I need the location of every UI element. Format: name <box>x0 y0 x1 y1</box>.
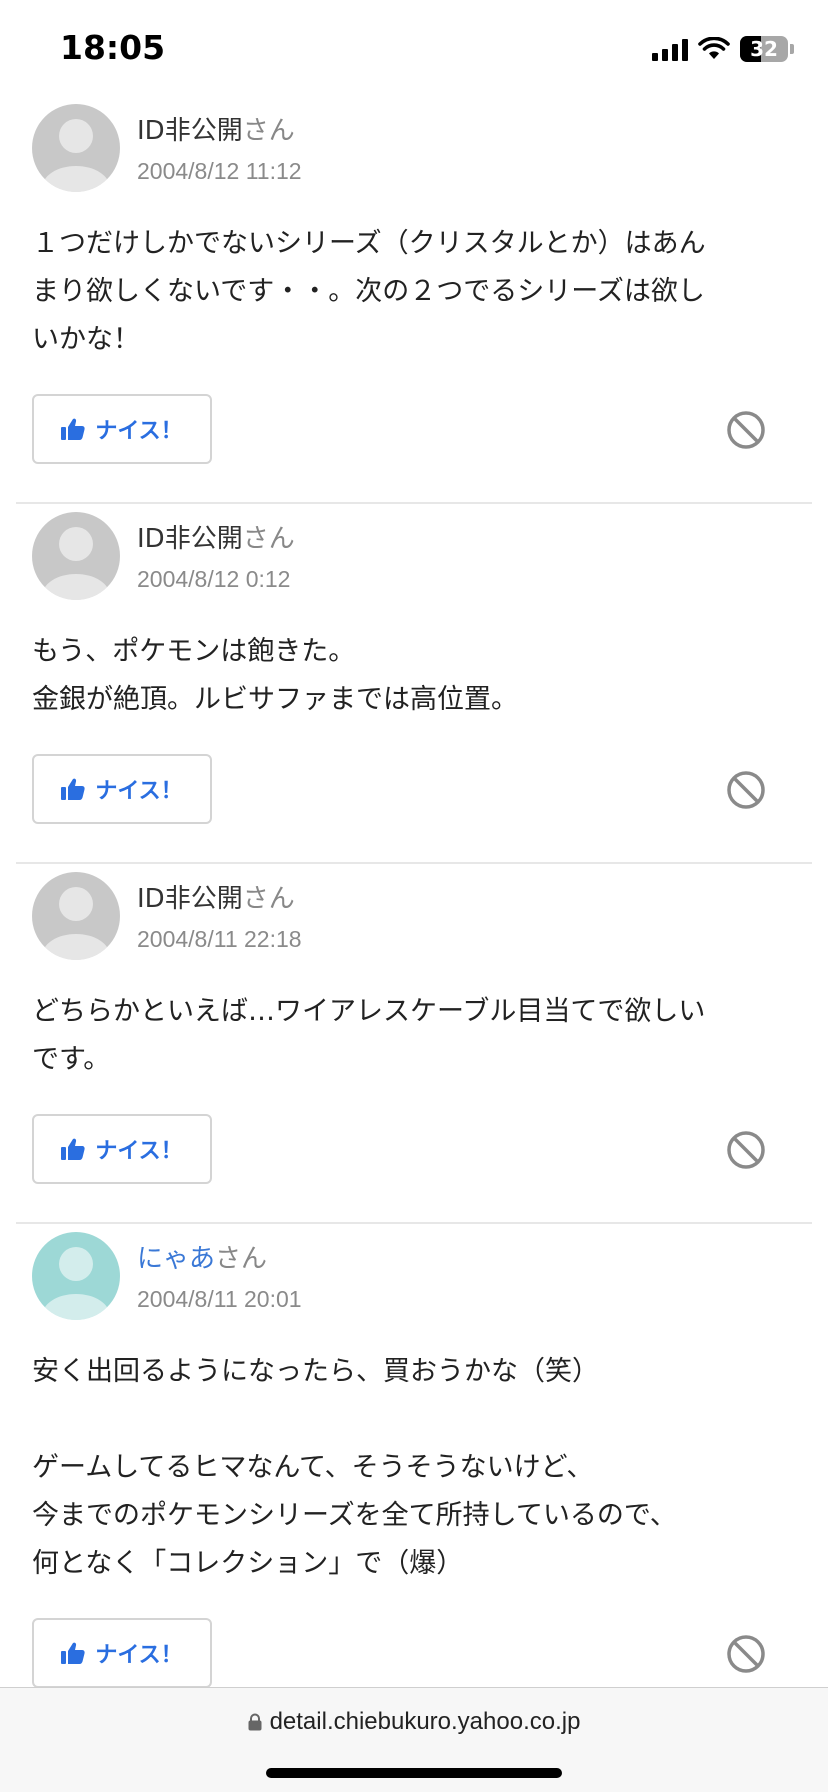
avatar[interactable] <box>32 1232 120 1320</box>
battery-level: 32 <box>750 37 778 61</box>
user-line: にゃあさん <box>137 1238 267 1275</box>
nice-button[interactable]: ナイス！ <box>32 394 212 464</box>
user-line: ID非公開さん <box>137 518 295 555</box>
answer-text-line: まり欲しくないです・・。次の２つでるシリーズは欲し <box>32 276 705 307</box>
block-icon[interactable] <box>726 1634 766 1674</box>
nice-label: ナイス！ <box>95 1643 183 1668</box>
lock-icon <box>248 1713 262 1731</box>
answer-text-line: 今までのポケモンシリーズを全て所持しているので、 <box>32 1500 677 1531</box>
user-name[interactable]: ID非公開 <box>137 116 243 146</box>
answer-body: 安く出回るようになったら、買おうかな（笑） ゲームしてるヒマなんて、そうそうないけ… <box>32 1348 796 1588</box>
answer-header: ID非公開さん 2004/8/12 0:12 <box>32 508 796 604</box>
block-icon[interactable] <box>726 1130 766 1170</box>
answer-header: ID非公開さん 2004/8/12 11:12 <box>32 100 796 196</box>
thumbs-up-icon <box>61 1138 85 1160</box>
answer-item: ID非公開さん 2004/8/12 0:12 もう、ポケモンは飽きた。金銀が絶頂… <box>0 504 828 864</box>
nice-button[interactable]: ナイス！ <box>32 1618 212 1688</box>
answer-actions: ナイス！ <box>32 1618 796 1692</box>
answer-text-line: いかな！ <box>32 324 140 355</box>
answer-header: ID非公開さん 2004/8/11 22:18 <box>32 868 796 964</box>
nice-label: ナイス！ <box>95 779 183 804</box>
nice-button[interactable]: ナイス！ <box>32 1114 212 1184</box>
answer-date: 2004/8/11 20:01 <box>137 1286 302 1312</box>
answer-list: ID非公開さん 2004/8/12 11:12 １つだけしかでないシリーズ（クリ… <box>0 96 828 1692</box>
battery-icon: 32 <box>740 36 788 62</box>
answer-header: にゃあさん 2004/8/11 20:01 <box>32 1228 796 1324</box>
answer-text-line: 金銀が絶頂。ルビサファまでは高位置。 <box>32 684 518 715</box>
user-honorific: さん <box>215 1244 268 1274</box>
answer-body: どちらかといえば…ワイアレスケーブル目当てで欲しい です。 <box>32 988 796 1084</box>
answer-text-line: 安く出回るようになったら、買おうかな（笑） <box>32 1356 599 1387</box>
user-name[interactable]: にゃあ <box>137 1244 215 1274</box>
wifi-icon <box>698 37 730 59</box>
nice-label: ナイス！ <box>95 419 183 444</box>
answer-actions: ナイス！ <box>32 1114 796 1188</box>
browser-bottom-bar: detail.chiebukuro.yahoo.co.jp <box>0 1687 828 1792</box>
answer-actions: ナイス！ <box>32 754 796 828</box>
answer-body: もう、ポケモンは飽きた。金銀が絶頂。ルビサファまでは高位置。 <box>32 628 796 724</box>
answer-date: 2004/8/12 0:12 <box>137 566 291 592</box>
user-honorific: さん <box>242 524 295 554</box>
answer-text-line <box>32 1396 796 1444</box>
thumbs-up-icon <box>61 1642 85 1664</box>
cellular-signal-icon <box>652 37 688 61</box>
avatar[interactable] <box>32 512 120 600</box>
nice-button[interactable]: ナイス！ <box>32 754 212 824</box>
url-text: detail.chiebukuro.yahoo.co.jp <box>269 1708 581 1735</box>
avatar[interactable] <box>32 104 120 192</box>
status-icons: 32 <box>652 34 794 64</box>
avatar[interactable] <box>32 872 120 960</box>
status-bar: 18:05 32 <box>0 0 828 96</box>
answer-date: 2004/8/11 22:18 <box>137 926 302 952</box>
answer-text-line: ゲームしてるヒマなんて、そうそうないけど、 <box>32 1452 594 1483</box>
address-bar[interactable]: detail.chiebukuro.yahoo.co.jp <box>0 1708 828 1736</box>
thumbs-up-icon <box>61 778 85 800</box>
block-icon[interactable] <box>726 410 766 450</box>
block-icon[interactable] <box>726 770 766 810</box>
answer-text-line: 何となく「コレクション」で（爆） <box>32 1548 464 1579</box>
user-line: ID非公開さん <box>137 110 295 147</box>
user-honorific: さん <box>242 884 295 914</box>
answer-text-line: もう、ポケモンは飽きた。 <box>32 636 356 667</box>
answer-item: にゃあさん 2004/8/11 20:01 安く出回るようになったら、買おうかな… <box>0 1224 828 1692</box>
answer-text-line: です。 <box>32 1044 111 1075</box>
nice-label: ナイス！ <box>95 1139 183 1164</box>
answer-date: 2004/8/12 11:12 <box>137 158 302 184</box>
thumbs-up-icon <box>61 418 85 440</box>
answer-item: ID非公開さん 2004/8/11 22:18 どちらかといえば…ワイアレスケー… <box>0 864 828 1224</box>
answer-body: １つだけしかでないシリーズ（クリスタルとか）はあん まり欲しくないです・・。次の２… <box>32 220 796 364</box>
answer-text-line: １つだけしかでないシリーズ（クリスタルとか）はあん <box>32 228 706 259</box>
user-name[interactable]: ID非公開 <box>137 884 243 914</box>
answer-item: ID非公開さん 2004/8/12 11:12 １つだけしかでないシリーズ（クリ… <box>0 96 828 504</box>
home-indicator <box>266 1768 562 1778</box>
status-time: 18:05 <box>60 28 166 67</box>
user-honorific: さん <box>242 116 295 146</box>
answer-text-line: どちらかといえば…ワイアレスケーブル目当てで欲しい <box>32 996 706 1027</box>
user-name[interactable]: ID非公開 <box>137 524 243 554</box>
answer-actions: ナイス！ <box>32 394 796 468</box>
user-line: ID非公開さん <box>137 878 295 915</box>
